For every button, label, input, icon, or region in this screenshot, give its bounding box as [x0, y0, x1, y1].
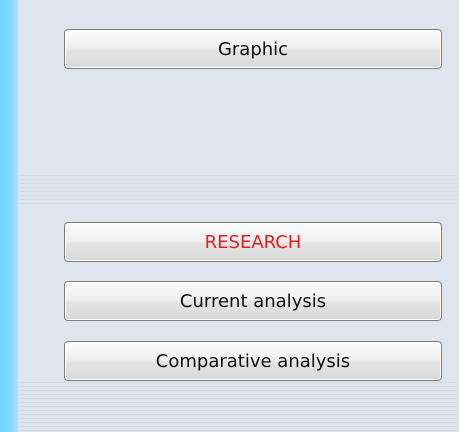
current-analysis-button-label: Current analysis — [179, 290, 327, 312]
left-accent-stripe — [0, 0, 18, 432]
graphic-button[interactable]: Graphic — [64, 29, 442, 69]
current-analysis-button[interactable]: Current analysis — [64, 281, 442, 321]
comparative-analysis-button-label: Comparative analysis — [155, 350, 351, 372]
comparative-analysis-button[interactable]: Comparative analysis — [64, 341, 442, 381]
research-button-label: RESEARCH — [204, 231, 302, 253]
divider-stripes-bottom — [18, 382, 459, 432]
research-button[interactable]: RESEARCH — [64, 222, 442, 262]
divider-stripes-top — [18, 175, 459, 205]
graphic-button-label: Graphic — [217, 38, 289, 60]
button-panel: Graphic RESEARCH Current analysis Compar… — [18, 0, 459, 432]
